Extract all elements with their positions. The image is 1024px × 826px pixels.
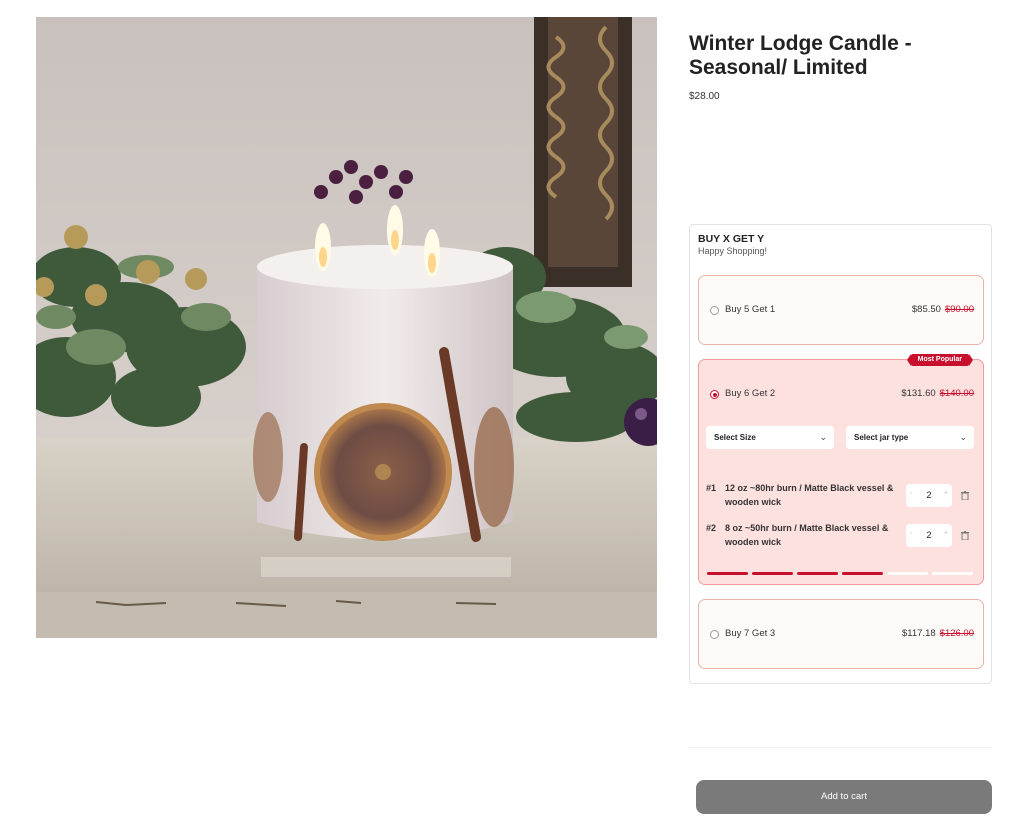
size-select[interactable]: Select Size ⌄	[706, 426, 834, 449]
option-price: $85.50 $90.00	[912, 304, 974, 315]
progress-segment	[842, 572, 883, 575]
quantity-stepper[interactable]: - 2 +	[906, 524, 952, 547]
item-number: #2	[706, 523, 717, 533]
progress-segment	[752, 572, 793, 575]
add-to-cart-button[interactable]: Add to cart	[696, 780, 992, 814]
chevron-down-icon: ⌄	[819, 432, 827, 442]
radio-button-checked[interactable]	[710, 390, 719, 399]
option-label: Buy 6 Get 2	[725, 388, 776, 399]
radio-button[interactable]	[710, 630, 719, 639]
option-label: Buy 5 Get 1	[725, 304, 776, 315]
jar-type-select[interactable]: Select jar type ⌄	[846, 426, 974, 449]
option-label: Buy 7 Get 3	[725, 628, 776, 639]
option-price: $131.60 $140.00	[901, 388, 974, 399]
radio-button[interactable]	[710, 306, 719, 315]
trash-icon[interactable]	[961, 531, 970, 541]
divider	[689, 747, 992, 748]
chevron-down-icon: ⌄	[959, 432, 967, 442]
original-price: $126.00	[939, 628, 974, 639]
trash-icon[interactable]	[961, 491, 970, 501]
sale-price: $117.18	[902, 628, 936, 639]
most-popular-badge: Most Popular	[906, 354, 974, 366]
product-image	[36, 17, 657, 638]
bundle-item: #2 8 oz ~50hr burn / Matte Black vessel …	[706, 521, 906, 549]
progress-segment	[932, 572, 973, 575]
bundle-option-buy-5-get-1[interactable]: Buy 5 Get 1 $85.50 $90.00	[698, 275, 984, 345]
product-price: $28.00	[689, 91, 720, 102]
quantity-stepper[interactable]: - 2 +	[906, 484, 952, 507]
bundle-option-buy-6-get-2[interactable]: Most Popular Buy 6 Get 2 $131.60 $140.00 …	[698, 354, 984, 585]
bundle-title: BUY X GET Y	[698, 233, 765, 245]
bundle-item: #1 12 oz ~80hr burn / Matte Black vessel…	[706, 481, 906, 509]
sale-price: $131.60	[901, 388, 936, 399]
increment-button[interactable]: +	[944, 490, 948, 497]
bundle-option-buy-7-get-3[interactable]: Buy 7 Get 3 $117.18 $126.00	[698, 599, 984, 669]
bundle-widget: BUY X GET Y Happy Shopping! Buy 5 Get 1 …	[689, 224, 992, 684]
item-number: #1	[706, 483, 717, 493]
progress-segment	[797, 572, 838, 575]
bundle-subtitle: Happy Shopping!	[698, 246, 768, 256]
bundle-progress-bar	[707, 572, 975, 575]
sale-price: $85.50	[911, 304, 941, 315]
original-price: $90.00	[944, 304, 974, 315]
option-price: $117.18 $126.00	[902, 628, 974, 639]
item-variant: 8 oz ~50hr burn / Matte Black vessel & w…	[725, 523, 889, 547]
progress-segment	[707, 572, 748, 575]
progress-segment	[887, 572, 928, 575]
item-variant: 12 oz ~80hr burn / Matte Black vessel & …	[725, 483, 894, 507]
jar-select-label: Select jar type	[854, 433, 909, 442]
increment-button[interactable]: +	[944, 530, 948, 537]
original-price: $140.00	[939, 388, 974, 399]
size-select-label: Select Size	[714, 433, 756, 442]
product-title: Winter Lodge Candle - Seasonal/ Limited	[689, 32, 912, 79]
